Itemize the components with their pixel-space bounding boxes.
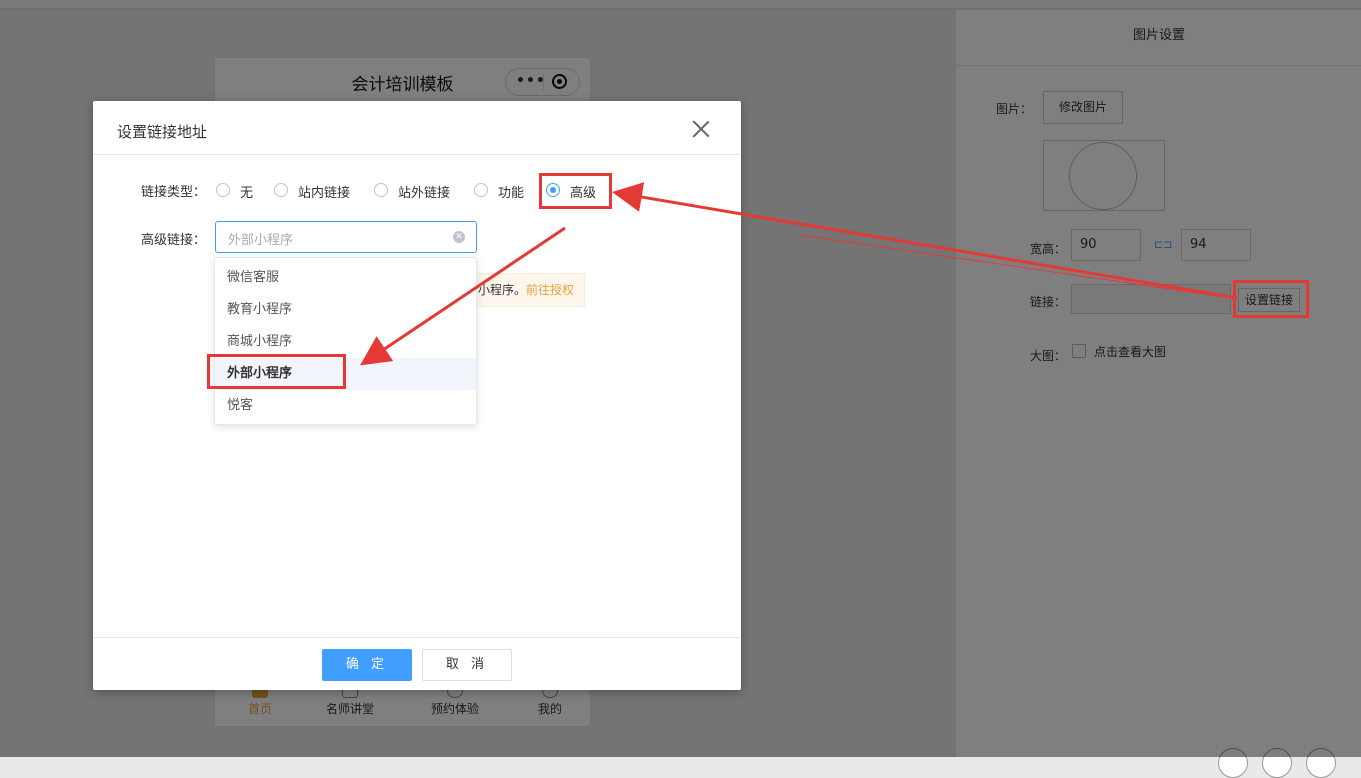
highlight-external-option: [207, 354, 346, 389]
radio-label[interactable]: 功能: [498, 182, 524, 201]
authorize-link[interactable]: 前往授权: [526, 283, 574, 297]
advanced-link-label: 高级链接：: [141, 233, 207, 248]
highlight-advanced-radio: [539, 173, 612, 209]
radio-circle[interactable]: [216, 183, 230, 197]
divider: [93, 154, 741, 155]
radio-circle[interactable]: [374, 183, 388, 197]
footer-divider: [93, 637, 741, 638]
advanced-link-select[interactable]: 外部小程序 ✕: [215, 221, 477, 253]
confirm-button[interactable]: 确 定: [322, 649, 412, 681]
tip-text: 小程序。: [478, 283, 527, 297]
radio-label[interactable]: 站外链接: [398, 182, 450, 201]
radio-circle[interactable]: [274, 183, 288, 197]
option-wechat-service[interactable]: 微信客服: [215, 262, 476, 294]
option-education-miniprogram[interactable]: 教育小程序: [215, 294, 476, 326]
link-dialog: 设置链接地址 链接类型： 无 站内链接 站外链接 功能 高级 高级链接： 外部小…: [93, 101, 741, 690]
dialog-title: 设置链接地址: [117, 123, 208, 141]
advanced-link-dropdown: 微信客服 教育小程序 商城小程序 外部小程序 悦客: [214, 257, 477, 425]
radio-label[interactable]: 无: [240, 182, 253, 201]
radio-circle[interactable]: [474, 183, 488, 197]
cancel-button[interactable]: 取 消: [422, 649, 512, 681]
close-icon[interactable]: [689, 117, 713, 141]
radio-label[interactable]: 站内链接: [298, 182, 350, 201]
option-yueke[interactable]: 悦客: [215, 390, 476, 422]
clear-icon[interactable]: ✕: [453, 231, 465, 243]
authorize-tip: 小程序。前往授权: [477, 273, 585, 307]
highlight-set-link-button: [1233, 280, 1309, 318]
link-type-label: 链接类型：: [141, 185, 207, 200]
select-placeholder: 外部小程序: [228, 233, 294, 248]
